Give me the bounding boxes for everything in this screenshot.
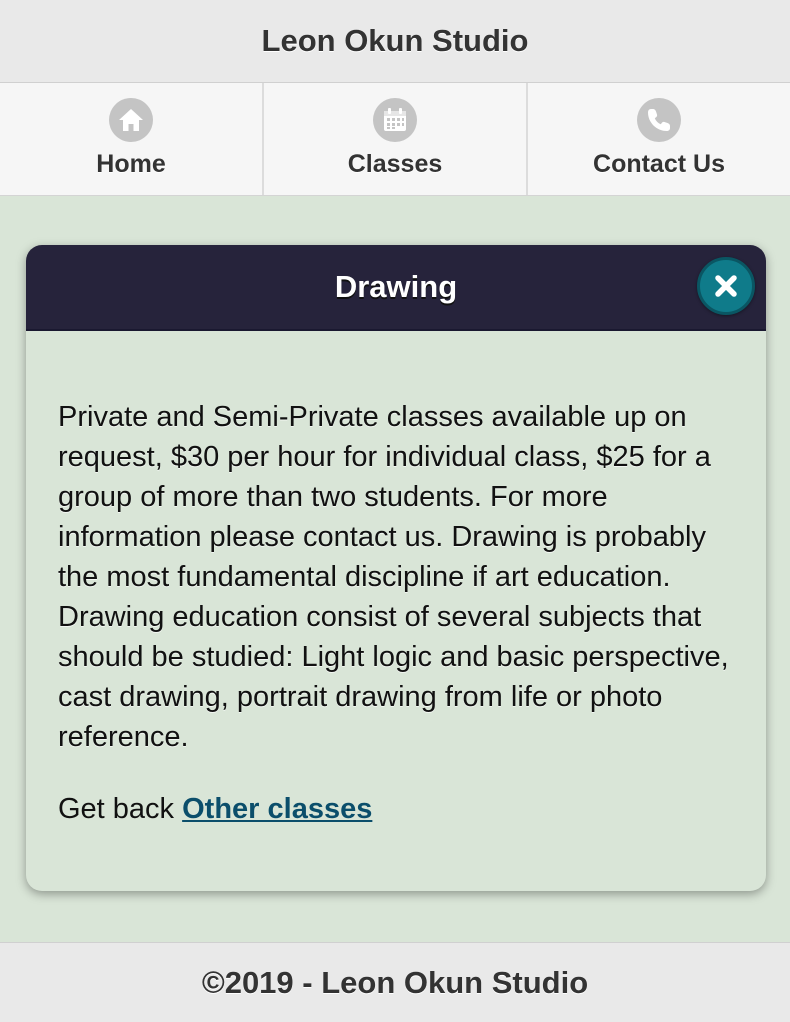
phone-icon [637, 98, 681, 142]
back-prefix: Get back [58, 793, 175, 825]
dialog-header: Drawing [26, 245, 766, 331]
page-title: Leon Okun Studio [261, 23, 529, 58]
app-header: Leon Okun Studio [0, 0, 790, 83]
footer-copyright: ©2019 - Leon Okun Studio [201, 964, 589, 1000]
nav-label-contact: Contact Us [593, 150, 725, 178]
back-line: Get back Other classes [58, 789, 734, 829]
footer: ©2019 - Leon Okun Studio [0, 942, 790, 1022]
class-description: Private and Semi-Private classes availab… [58, 401, 729, 753]
close-icon [715, 275, 737, 297]
nav-item-home[interactable]: Home [0, 83, 264, 195]
dialog-body: Private and Semi-Private classes availab… [26, 331, 766, 829]
nav-label-classes: Classes [347, 150, 443, 178]
home-icon [109, 98, 153, 142]
other-classes-link[interactable]: Other classes [182, 793, 372, 825]
nav-label-home: Home [96, 150, 166, 178]
dialog-title: Drawing [334, 269, 458, 304]
nav-item-classes[interactable]: Classes [264, 83, 528, 195]
nav-item-contact[interactable]: Contact Us [528, 83, 790, 195]
class-dialog: Drawing Private and Semi-Private classes… [26, 245, 766, 891]
calendar-icon [373, 98, 417, 142]
close-button[interactable] [697, 257, 755, 315]
navbar: Home Classes Contact Us [0, 83, 790, 196]
